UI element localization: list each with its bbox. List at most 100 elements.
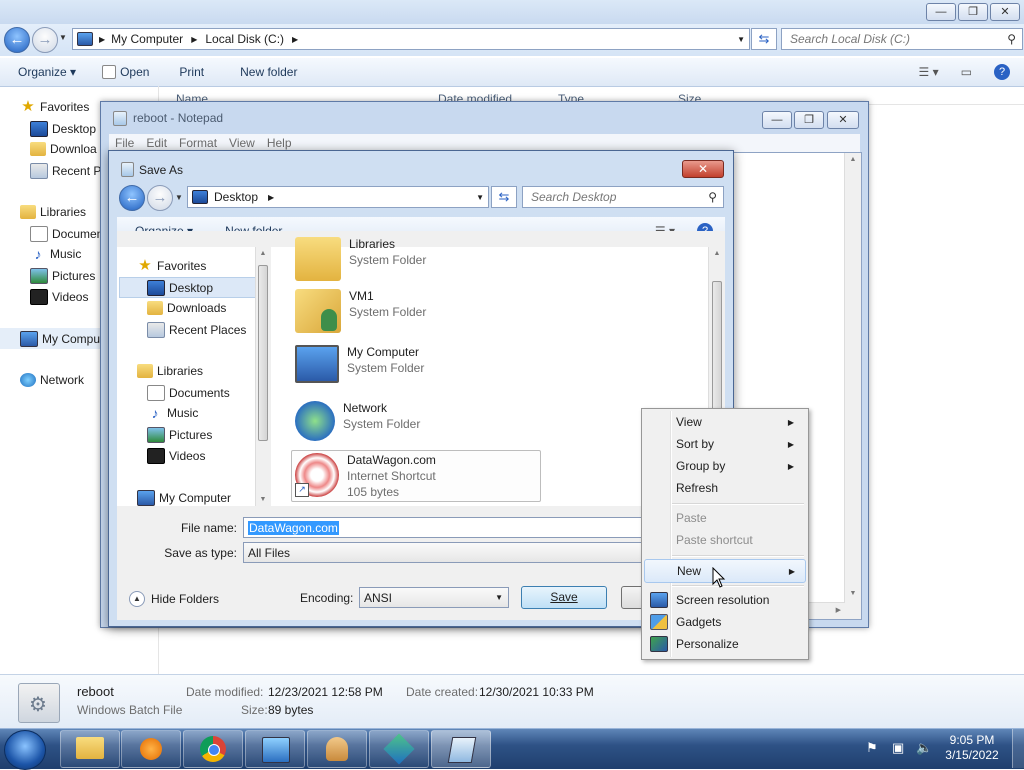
context-menu-personalize[interactable]: Personalize bbox=[644, 633, 804, 655]
hide-folders-button[interactable]: ▲ Hide Folders bbox=[129, 591, 219, 607]
help-icon[interactable]: ? bbox=[994, 64, 1010, 80]
address-dropdown-icon[interactable]: ▼ bbox=[476, 193, 484, 202]
menu-help[interactable]: Help bbox=[267, 136, 292, 150]
context-menu-screen-resolution[interactable]: Screen resolution bbox=[644, 589, 804, 611]
show-desktop-button[interactable] bbox=[1012, 729, 1024, 768]
save-as-forward-button[interactable]: → bbox=[147, 185, 173, 211]
explorer-nav-network[interactable]: Network bbox=[20, 373, 84, 387]
save-as-search-input[interactable]: Search Desktop ⚲ bbox=[522, 186, 724, 208]
explorer-recent-pages-icon[interactable]: ▼ bbox=[59, 33, 67, 42]
explorer-nav-pictures[interactable]: Pictures bbox=[30, 268, 95, 284]
taskbar-explorer-button[interactable] bbox=[60, 730, 120, 768]
save-as-nav-scrollbar[interactable]: ▲ ▼ bbox=[255, 247, 270, 506]
save-as-nav-music[interactable]: ♪ Music bbox=[147, 406, 199, 420]
explorer-back-button[interactable]: ← bbox=[4, 27, 30, 53]
explorer-address-bar[interactable]: ▶ My Computer ▶ Local Disk (C:) ▶ ▼ bbox=[72, 28, 750, 50]
save-as-location[interactable]: Desktop bbox=[214, 190, 258, 204]
explorer-maximize-button[interactable]: ❐ bbox=[958, 3, 988, 21]
file-item-libraries[interactable]: Libraries System Folder bbox=[295, 237, 426, 281]
save-as-recent-pages-icon[interactable]: ▼ bbox=[175, 193, 183, 202]
save-as-nav-recent[interactable]: Recent Places bbox=[147, 322, 246, 338]
preview-pane-icon[interactable]: ▭ bbox=[961, 65, 972, 79]
scroll-up-icon[interactable]: ▲ bbox=[256, 250, 270, 257]
breadcrumb-my-computer[interactable]: My Computer bbox=[111, 32, 183, 46]
context-menu-paste[interactable]: Paste bbox=[644, 507, 804, 529]
taskbar-chrome-button[interactable] bbox=[183, 730, 243, 768]
menu-format[interactable]: Format bbox=[179, 136, 217, 150]
file-item-datawagon[interactable]: ↗ DataWagon.com Internet Shortcut 105 byte… bbox=[295, 453, 436, 499]
explorer-new-folder-button[interactable]: New folder bbox=[234, 65, 303, 79]
context-menu-gadgets[interactable]: Gadgets bbox=[644, 611, 804, 633]
save-as-nav-downloads[interactable]: Downloads bbox=[147, 301, 226, 315]
explorer-nav-downloads[interactable]: Downloa bbox=[30, 142, 97, 156]
save-as-nav-documents[interactable]: Documents bbox=[147, 385, 230, 401]
explorer-search-input[interactable]: Search Local Disk (C:) ⚲ bbox=[781, 28, 1023, 50]
save-as-nav-pictures[interactable]: Pictures bbox=[147, 427, 212, 443]
explorer-refresh-icon[interactable]: ⇆ bbox=[751, 28, 777, 50]
context-menu-view[interactable]: View ▶ bbox=[644, 411, 804, 433]
scroll-up-icon[interactable]: ▲ bbox=[709, 250, 725, 257]
context-menu-refresh[interactable]: Refresh bbox=[644, 477, 804, 499]
save-as-back-button[interactable]: ← bbox=[119, 185, 145, 211]
taskbar-notepad-button[interactable] bbox=[431, 730, 491, 768]
taskbar-media-player-button[interactable] bbox=[121, 730, 181, 768]
scroll-up-icon[interactable]: ▲ bbox=[845, 156, 861, 163]
save-as-nav-desktop[interactable]: Desktop bbox=[147, 280, 213, 296]
notepad-maximize-button[interactable]: ❐ bbox=[794, 111, 824, 129]
scroll-down-icon[interactable]: ▼ bbox=[845, 590, 861, 597]
save-as-close-button[interactable]: ✕ bbox=[682, 160, 724, 178]
menu-view[interactable]: View bbox=[229, 136, 255, 150]
address-dropdown-icon[interactable]: ▼ bbox=[737, 35, 745, 44]
notepad-vertical-scrollbar[interactable]: ▲ ▼ bbox=[844, 153, 861, 619]
menu-file[interactable]: File bbox=[115, 136, 134, 150]
action-center-flag-icon[interactable]: ⚑ bbox=[866, 740, 880, 755]
save-as-refresh-icon[interactable]: ⇆ bbox=[491, 186, 517, 208]
explorer-nav-music[interactable]: ♪ Music bbox=[30, 247, 82, 261]
context-menu-paste-shortcut[interactable]: Paste shortcut bbox=[644, 529, 804, 551]
taskbar-clock[interactable]: 9:05 PM 3/15/2022 bbox=[942, 733, 1002, 763]
nav-label: Downloads bbox=[167, 301, 227, 315]
explorer-close-button[interactable]: ✕ bbox=[990, 3, 1020, 21]
scroll-right-icon[interactable]: ▶ bbox=[836, 606, 841, 614]
context-menu-group-by[interactable]: Group by ▶ bbox=[644, 455, 804, 477]
taskbar-package-button[interactable] bbox=[369, 730, 429, 768]
explorer-print-button[interactable]: Print bbox=[173, 65, 210, 79]
notepad-close-button[interactable]: ✕ bbox=[827, 111, 859, 129]
save-as-nav-libraries[interactable]: Libraries bbox=[137, 364, 203, 378]
explorer-organize-button[interactable]: Organize ▾ bbox=[12, 65, 82, 79]
taskbar-network-button[interactable] bbox=[245, 730, 305, 768]
scroll-thumb[interactable] bbox=[258, 265, 268, 441]
start-button[interactable] bbox=[4, 730, 46, 770]
scroll-down-icon[interactable]: ▼ bbox=[256, 496, 270, 503]
save-as-address-bar[interactable]: Desktop ▶ ▼ bbox=[187, 186, 489, 208]
save-as-nav-favorites[interactable]: ★ Favorites bbox=[137, 258, 206, 273]
taskbar-users-button[interactable] bbox=[307, 730, 367, 768]
explorer-forward-button[interactable]: → bbox=[32, 27, 58, 53]
save-as-nav-videos[interactable]: Videos bbox=[147, 448, 205, 464]
notepad-minimize-button[interactable]: — bbox=[762, 111, 792, 129]
save-button[interactable]: Save bbox=[521, 586, 607, 609]
desktop-icon bbox=[147, 280, 165, 296]
view-options-icon[interactable]: ☰ ▾ bbox=[919, 65, 939, 79]
explorer-nav-recent[interactable]: Recent Pl bbox=[30, 163, 104, 179]
context-menu-sort-by[interactable]: Sort by ▶ bbox=[644, 433, 804, 455]
menu-edit[interactable]: Edit bbox=[146, 136, 167, 150]
nav-label: Recent Places bbox=[169, 323, 247, 337]
explorer-open-button[interactable]: Open bbox=[96, 65, 155, 79]
save-as-nav-my-computer[interactable]: My Computer bbox=[137, 490, 231, 506]
explorer-minimize-button[interactable]: — bbox=[926, 3, 956, 21]
network-status-icon[interactable]: ▣ bbox=[892, 740, 906, 755]
volume-icon[interactable]: 🔈 bbox=[916, 740, 932, 755]
explorer-nav-documents[interactable]: Documen bbox=[30, 226, 103, 242]
explorer-nav-my-computer[interactable]: My Compu bbox=[20, 331, 100, 347]
documents-icon bbox=[147, 385, 165, 401]
explorer-nav-libraries[interactable]: Libraries bbox=[20, 205, 86, 219]
file-item-my-computer[interactable]: My Computer System Folder bbox=[295, 345, 424, 383]
encoding-select[interactable]: ANSI ▼ bbox=[359, 587, 509, 608]
breadcrumb-local-disk[interactable]: Local Disk (C:) bbox=[205, 32, 284, 46]
explorer-nav-favorites[interactable]: ★ Favorites bbox=[20, 99, 89, 114]
file-item-vm1[interactable]: VM1 System Folder bbox=[295, 289, 426, 333]
explorer-nav-videos[interactable]: Videos bbox=[30, 289, 88, 305]
file-item-network[interactable]: Network System Folder bbox=[295, 401, 420, 441]
explorer-nav-desktop[interactable]: Desktop bbox=[30, 121, 96, 137]
